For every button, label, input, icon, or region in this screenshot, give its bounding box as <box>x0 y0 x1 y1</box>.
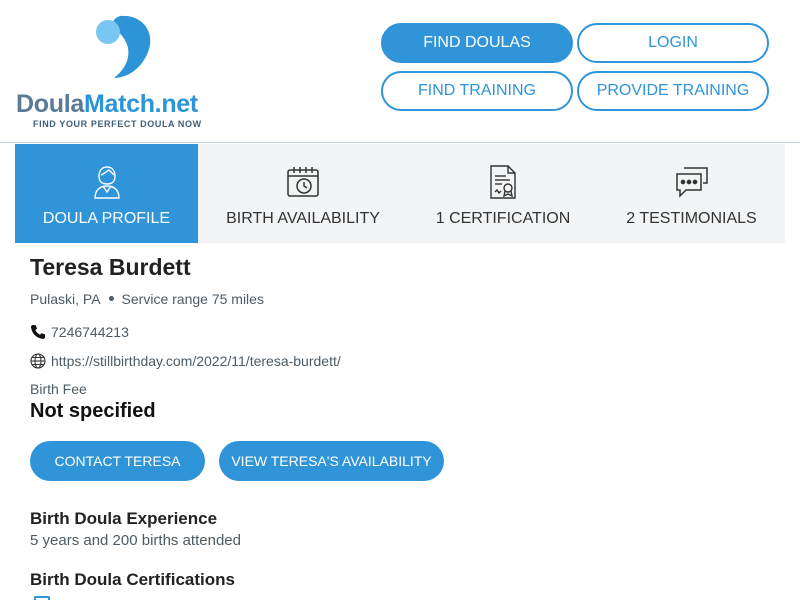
phone-line[interactable]: 7246744213 <box>30 324 129 340</box>
tab-testimonials[interactable]: 2 TESTIMONIALS <box>598 144 785 243</box>
service-range-text: Service range 75 miles <box>121 291 264 307</box>
login-button[interactable]: LOGIN <box>577 23 769 63</box>
phone-icon <box>30 324 46 340</box>
experience-text: 5 years and 200 births attended <box>30 532 241 549</box>
location-text: Pulaski, PA <box>30 291 101 307</box>
tab-doula-profile-label: DOULA PROFILE <box>42 210 171 227</box>
logo-mark-icon <box>96 15 151 78</box>
doula-person-icon <box>87 162 127 202</box>
provide-training-button[interactable]: PROVIDE TRAINING <box>577 71 769 111</box>
contact-doula-button[interactable]: CONTACT TERESA <box>30 441 205 481</box>
certificate-icon <box>34 596 50 600</box>
tab-certification[interactable]: 1 CERTIFICATION <box>408 144 598 243</box>
certifications-heading: Birth Doula Certifications <box>30 570 235 589</box>
logo-wordmark-part2: Match.net <box>83 90 198 118</box>
tab-birth-availability-label: BIRTH AVAILABILITY <box>226 210 380 227</box>
tab-birth-availability[interactable]: BIRTH AVAILABILITY <box>198 144 408 243</box>
view-availability-button[interactable]: VIEW TERESA'S AVAILABILITY <box>219 441 444 481</box>
site-logo[interactable]: DoulaMatch.net FIND YOUR PERFECT DOULA N… <box>14 12 224 132</box>
find-doulas-button[interactable]: FIND DOULAS <box>381 23 573 63</box>
chat-bubbles-icon <box>672 162 712 202</box>
profile-tabs: DOULA PROFILE BIRTH AVAILABILITY 1 CERTI… <box>15 144 785 243</box>
tab-doula-profile[interactable]: DOULA PROFILE <box>15 144 198 243</box>
birth-fee-value: Not specified <box>30 400 156 422</box>
separator-dot <box>108 295 114 301</box>
tab-certification-label: 1 CERTIFICATION <box>435 210 571 227</box>
find-training-button[interactable]: FIND TRAINING <box>381 71 573 111</box>
calendar-clock-icon <box>283 162 323 202</box>
logo-wordmark-part1: Doula <box>16 90 84 118</box>
logo-wordmark: DoulaMatch.net <box>16 90 198 119</box>
globe-icon <box>30 353 46 369</box>
site-header: DoulaMatch.net FIND YOUR PERFECT DOULA N… <box>0 0 800 143</box>
location-line: Pulaski, PA Service range 75 miles <box>30 291 264 307</box>
tab-testimonials-label: 2 TESTIMONIALS <box>626 210 757 227</box>
logo-tagline: FIND YOUR PERFECT DOULA NOW <box>33 119 202 129</box>
birth-fee-label: Birth Fee <box>30 381 87 397</box>
experience-heading: Birth Doula Experience <box>30 509 218 528</box>
phone-number-link[interactable]: 7246744213 <box>51 324 129 340</box>
website-line[interactable]: https://stillbirthday.com/2022/11/teresa… <box>30 353 341 369</box>
certificate-document-icon <box>483 162 523 202</box>
website-link[interactable]: https://stillbirthday.com/2022/11/teresa… <box>51 353 341 369</box>
doula-name: Teresa Burdett <box>30 254 191 280</box>
